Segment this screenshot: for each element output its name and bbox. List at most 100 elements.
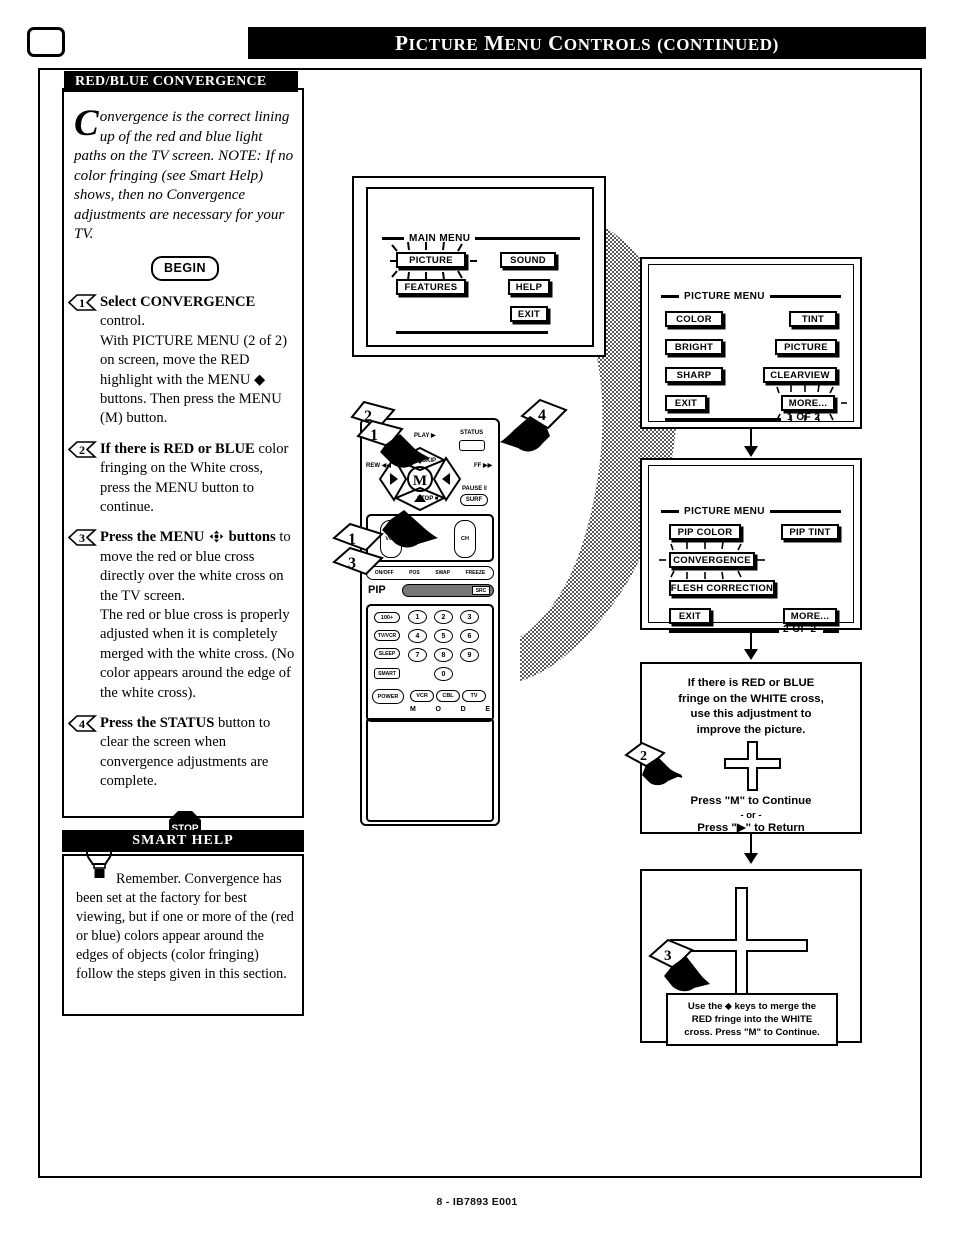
remote-key-9[interactable]: 9 <box>460 648 479 662</box>
pm1-button-tint[interactable]: TINT <box>789 311 837 327</box>
remote-button-status[interactable] <box>459 440 485 451</box>
remote-key-1[interactable]: 1 <box>408 610 427 624</box>
remote-key-6[interactable]: 6 <box>460 629 479 643</box>
remote-key-8-label: 8 <box>441 651 446 659</box>
menu-button-exit-label: EXIT <box>517 308 541 320</box>
smart-help-body: Remember. Convergence has been set at th… <box>76 870 294 984</box>
rule-left <box>382 237 404 240</box>
menu-button-exit[interactable]: EXIT <box>510 306 548 322</box>
pm1-button-clearview[interactable]: CLEARVIEW <box>763 367 837 383</box>
pm2-exit-label: EXIT <box>678 610 702 622</box>
white-cross-fill-h <box>726 760 779 767</box>
convergence-panel-text: If there is RED or BLUE fringe on the WH… <box>650 676 852 738</box>
pm1-button-bright[interactable]: BRIGHT <box>665 339 723 355</box>
remote-button-mode-vcr[interactable]: VCR <box>410 690 434 702</box>
step-2-lead: If there is RED or BLUE color fringing o… <box>100 440 296 518</box>
remote-mode-letter-m: M <box>410 706 416 713</box>
pm2-footer-rule-right <box>823 630 839 633</box>
callout-1-remote-number: 1 <box>370 427 378 444</box>
step-1-lead: Select CONVERGENCE control. <box>100 293 296 332</box>
menu-button-picture[interactable]: PICTURE <box>396 252 466 268</box>
remote-key-4[interactable]: 4 <box>408 629 427 643</box>
remote-key-2[interactable]: 2 <box>434 610 453 624</box>
remote-button-mode-cbl[interactable]: CBL <box>436 690 460 702</box>
remote-key-8[interactable]: 8 <box>434 648 453 662</box>
remote-ch-label: CH <box>461 536 469 542</box>
picture-menu-2-label: PICTURE MENU <box>684 506 765 517</box>
pm2-button-pip-color[interactable]: PIP COLOR <box>669 524 741 540</box>
pm2-button-convergence[interactable]: CONVERGENCE <box>669 552 755 568</box>
main-menu-label: MAIN MENU <box>409 233 471 244</box>
remote-button-100plus[interactable]: 100+ <box>374 612 400 623</box>
main-menu-footer-rule <box>396 331 548 334</box>
remote-key-3[interactable]: 3 <box>460 610 479 624</box>
remote-power-label: POWER <box>377 693 399 700</box>
remote-button-surf[interactable]: SURF <box>460 494 488 506</box>
pm1-footer-rule <box>665 418 781 421</box>
step-marker-4-icon: 4 <box>68 715 98 732</box>
step-3-lead: Press the MENU buttons to move the red o… <box>100 528 296 606</box>
step-marker-2-icon: 2 <box>68 440 98 458</box>
remote-button-sleep[interactable]: SLEEP <box>374 648 400 659</box>
step-marker-3-icon: 3 <box>68 529 98 547</box>
remote-mode-tv-label: TV <box>470 693 478 699</box>
remote-button-mode-tv[interactable]: TV <box>462 690 486 702</box>
remote-button-tvvcr[interactable]: TV/VCR <box>374 630 400 641</box>
arrow-3-head-icon <box>744 853 758 864</box>
tv-screen-inner: MAIN MENU PICTURE SOUND FEATURES HELP EX… <box>366 187 594 347</box>
remote-key-7[interactable]: 7 <box>408 648 427 662</box>
pm1-button-exit[interactable]: EXIT <box>665 395 707 411</box>
begin-label: BEGIN <box>150 255 220 281</box>
remote-button-ch[interactable]: CH <box>454 520 476 558</box>
step-4-lead: Press the STATUS button to clear the scr… <box>100 714 296 792</box>
picture-menu-2-header: PICTURE MENU <box>661 506 841 517</box>
drop-cap: C <box>74 103 99 144</box>
menu-button-sound[interactable]: SOUND <box>500 252 556 268</box>
remote-key-5-label: 5 <box>441 632 446 640</box>
menu-button-sound-label: SOUND <box>510 254 546 266</box>
remote-mode-vcr-label: VCR <box>416 693 428 699</box>
menu-button-help[interactable]: HELP <box>508 279 550 295</box>
picture-menu-panel-1-inner: PICTURE MENU COLOR TINT BRIGHT PICTURE S… <box>648 264 854 423</box>
smart-help-title-bar: SMART HELP <box>62 830 304 852</box>
pm1-button-color[interactable]: COLOR <box>665 311 723 327</box>
menu-button-features[interactable]: FEATURES <box>396 279 466 295</box>
pm2-button-exit[interactable]: EXIT <box>669 608 711 624</box>
svg-text:2: 2 <box>79 443 85 457</box>
picture-menu-1-header: PICTURE MENU <box>661 291 841 302</box>
pm2-pip-color-label: PIP COLOR <box>677 526 733 538</box>
remote-key-7-label: 7 <box>415 651 420 659</box>
remote-key-2-label: 2 <box>441 613 446 621</box>
pm1-more-label: MORE... <box>788 397 828 409</box>
pm1-button-picture[interactable]: PICTURE <box>775 339 837 355</box>
remote-key-4-label: 4 <box>415 632 420 640</box>
remote-mode-cbl-label: CBL <box>442 693 454 699</box>
remote-tvvcr-label: TV/VCR <box>377 632 397 639</box>
pm2-button-pip-tint[interactable]: PIP TINT <box>781 524 839 540</box>
pm2-button-flesh-correction[interactable]: FLESH CORRECTION <box>669 580 775 596</box>
manual-page: PICTURE MENU CONTROLS (CONTINUED) Conver… <box>0 0 954 1235</box>
remote-pip-src[interactable]: SRC <box>472 586 490 595</box>
pm1-button-sharp[interactable]: SHARP <box>665 367 723 383</box>
step-3-para-text: The red or blue cross is properly adjust… <box>100 607 295 701</box>
rule-right <box>769 295 841 298</box>
menu-button-picture-label: PICTURE <box>409 254 453 266</box>
rule-left <box>661 510 679 513</box>
tv-screen-diagram: MAIN MENU PICTURE SOUND FEATURES HELP EX… <box>352 176 606 357</box>
pm1-tint-label: TINT <box>801 313 825 325</box>
pm1-button-more[interactable]: MORE... <box>781 395 835 411</box>
step-2: 2 If there is RED or BLUE color fringing… <box>68 440 296 518</box>
remote-key-0[interactable]: 0 <box>434 667 453 681</box>
conv-line-3: use this adjustment to <box>690 708 812 720</box>
remote-button-power[interactable]: POWER <box>372 689 404 704</box>
begin-marker: BEGIN <box>74 255 296 281</box>
pm1-page-indicator: 1 OF 2 <box>787 412 821 423</box>
pm2-button-more[interactable]: MORE... <box>783 608 837 624</box>
remote-button-smart[interactable]: SMART <box>374 668 400 679</box>
remote-key-0-label: 0 <box>441 670 446 678</box>
callout-3-remote-number: 3 <box>348 555 356 572</box>
remote-key-5[interactable]: 5 <box>434 629 453 643</box>
callout-2-number: 2 <box>640 749 647 764</box>
step-marker-1-icon: 1 <box>68 294 98 311</box>
section-title-bar: RED/BLUE CONVERGENCE <box>64 71 298 92</box>
